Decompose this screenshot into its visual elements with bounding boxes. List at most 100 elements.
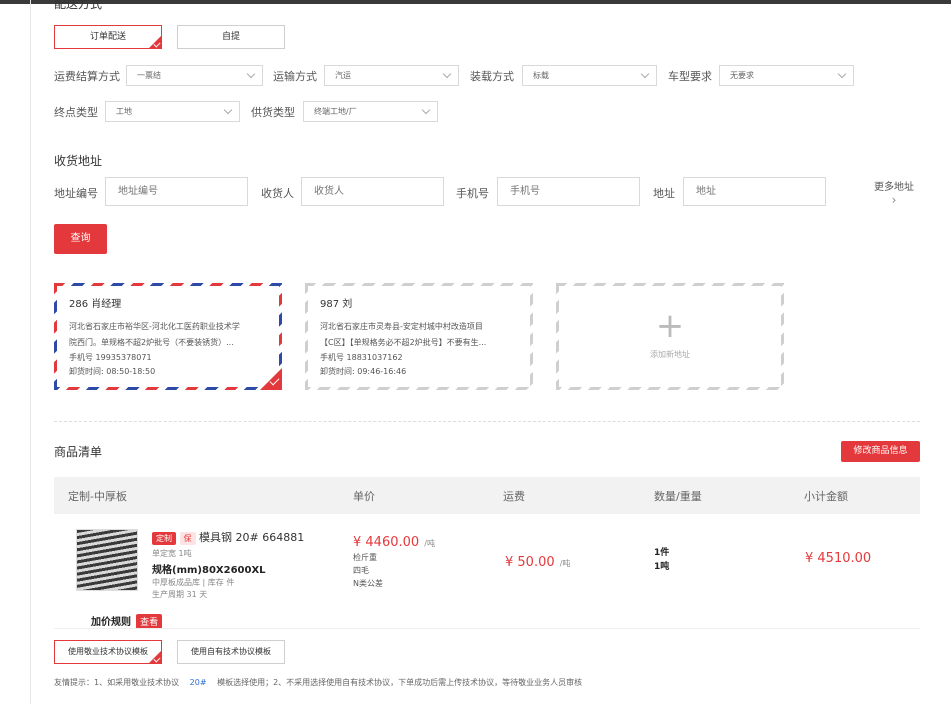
freight-settlement-label: 运费结算方式 bbox=[54, 70, 120, 83]
agreement-option-jingye-label: 使用敬业技术协议模板 bbox=[68, 647, 148, 656]
pricing-rule: 加价规则 查看 bbox=[91, 610, 163, 629]
product-warehouse: 中厚板成品库 | 库存 件 bbox=[152, 578, 235, 587]
address-card-phone: 手机号 19935378071 bbox=[69, 353, 152, 362]
agreement-tip: 友情提示：1、如采用敬业技术协议 20# 模板选择使用；2、不采用选择使用自有技… bbox=[54, 677, 582, 688]
chevron-right-icon: › bbox=[891, 193, 897, 207]
column-header: 单价 bbox=[353, 490, 375, 503]
receiver-input[interactable] bbox=[301, 177, 444, 206]
column-header: 小计金额 bbox=[804, 490, 848, 503]
product-title-row: 定制 保 模具钢 20# 664881 bbox=[152, 529, 342, 545]
transport-mode-value: 汽运 bbox=[335, 71, 351, 80]
product-min-qty: 单定宽 1吨 bbox=[152, 549, 192, 558]
query-button[interactable]: 查询 bbox=[54, 224, 107, 254]
address-card-selected[interactable]: 286 肖经理 河北省石家庄市裕华区-河北化工医药职业技术学 院西门。单规格不超… bbox=[54, 283, 282, 390]
agreement-tip-before: 友情提示：1、如采用敬业技术协议 bbox=[54, 678, 180, 687]
section-divider bbox=[54, 421, 920, 422]
custom-tag: 定制 bbox=[152, 532, 176, 545]
product-info: 定制 保 模具钢 20# 664881 单定宽 1吨 规格(mm)80X2600… bbox=[152, 529, 342, 600]
address-title: 收货地址 bbox=[54, 154, 103, 168]
endpoint-type-value: 工地 bbox=[116, 107, 132, 116]
delivery-option-order[interactable]: 订单配送 bbox=[54, 25, 162, 49]
supply-type-select[interactable]: 终端工地/厂 bbox=[303, 101, 438, 122]
chevron-down-icon bbox=[640, 69, 650, 79]
selected-check-icon bbox=[149, 36, 161, 48]
product-cycle: 生产周期 31 天 bbox=[152, 590, 208, 599]
more-addresses-link[interactable]: 更多地址 › bbox=[866, 178, 922, 207]
more-addresses-label: 更多地址 bbox=[874, 182, 914, 193]
address-input[interactable] bbox=[683, 177, 826, 206]
selected-check-icon bbox=[260, 368, 282, 390]
agreement-tip-after: 模板选择使用；2、不采用选择使用自有技术协议，下单成功后需上传技术协议，等待敬业… bbox=[217, 678, 583, 687]
address-card-line1: 河北省石家庄市裕华区-河北化工医药职业技术学 bbox=[69, 322, 240, 331]
freight-settlement-value: 一票结 bbox=[137, 71, 161, 80]
subtotal: ¥ 4510.00 bbox=[805, 551, 872, 566]
loading-mode-select[interactable]: 标载 bbox=[522, 65, 657, 86]
address-card-body: 987 刘 河北省石家庄市灵寿县-安定村城中村改造项目 【C区】【单规格务必不超… bbox=[308, 286, 530, 387]
endpoint-type-label: 终点类型 bbox=[54, 106, 98, 119]
tolerance-class: N类公差 bbox=[353, 579, 383, 588]
agreement-option-jingye[interactable]: 使用敬业技术协议模板 bbox=[54, 640, 162, 664]
goods-table-header: 定制-中厚板 单价 运费 数量/重量 小计金额 bbox=[54, 477, 920, 514]
address-code-label: 地址编号 bbox=[54, 187, 98, 200]
address-card-body: 286 肖经理 河北省石家庄市裕华区-河北化工医药职业技术学 院西门。单规格不超… bbox=[57, 286, 279, 387]
agreement-option-own-label: 使用自有技术协议模板 bbox=[191, 647, 271, 656]
supply-type-label: 供货类型 bbox=[251, 106, 295, 119]
address-card-line1: 河北省石家庄市灵寿县-安定村城中村改造项目 bbox=[320, 322, 483, 331]
delivery-option-order-label: 订单配送 bbox=[89, 32, 126, 42]
address-card-phone: 手机号 18831037162 bbox=[320, 353, 403, 362]
address-card[interactable]: 987 刘 河北省石家庄市灵寿县-安定村城中村改造项目 【C区】【单规格务必不超… bbox=[305, 283, 533, 390]
add-address-label: 添加新地址 bbox=[650, 350, 690, 359]
chevron-down-icon bbox=[837, 69, 847, 79]
chevron-down-icon bbox=[442, 69, 452, 79]
add-address-card[interactable]: + 添加新地址 bbox=[556, 283, 784, 390]
chevron-down-icon bbox=[246, 69, 256, 79]
loading-mode-label: 装载方式 bbox=[470, 70, 514, 83]
unit-price-row: ¥ 4460.00 /吨 bbox=[353, 531, 435, 550]
vehicle-requirement-label: 车型要求 bbox=[668, 70, 712, 83]
address-card-name: 286 肖经理 bbox=[69, 299, 122, 310]
goods-title: 商品清单 bbox=[54, 445, 103, 459]
delivery-title: 配送方式 bbox=[54, 0, 103, 11]
quantity-pieces: 1件 bbox=[654, 548, 670, 558]
plus-icon: + bbox=[655, 306, 685, 346]
address-card-line2: 【C区】【单规格务必不超2炉批号】不要有生... bbox=[320, 338, 487, 347]
agreement-option-own[interactable]: 使用自有技术协议模板 bbox=[177, 640, 285, 664]
unit-price: ¥ 4460.00 bbox=[353, 535, 420, 550]
address-card-line2: 院西门。单规格不超2炉批号（不要装锈货）... bbox=[69, 338, 234, 347]
transport-mode-select[interactable]: 汽运 bbox=[324, 65, 459, 86]
weigh-method: 检斤重 bbox=[353, 553, 377, 562]
supply-type-value: 终端工地/厂 bbox=[314, 107, 357, 116]
endpoint-type-select[interactable]: 工地 bbox=[105, 101, 240, 122]
delivery-option-pickup[interactable]: 自提 bbox=[177, 25, 285, 49]
delivery-option-pickup-label: 自提 bbox=[221, 32, 240, 42]
receiver-label: 收货人 bbox=[261, 187, 294, 200]
freight-price: ¥ 50.00 bbox=[505, 555, 555, 570]
loading-mode-value: 标载 bbox=[533, 71, 549, 80]
column-header: 运费 bbox=[503, 490, 525, 503]
column-header: 数量/重量 bbox=[654, 490, 702, 503]
quantity-cell: 1件 1吨 bbox=[654, 546, 669, 574]
product-name: 模具钢 20# 664881 bbox=[199, 531, 305, 544]
unit-price-cell: ¥ 4460.00 /吨 检斤重 四毛 N类公差 bbox=[353, 531, 435, 589]
column-header: 定制-中厚板 bbox=[68, 490, 127, 503]
unit-price-unit: /吨 bbox=[424, 539, 435, 548]
edit-goods-button[interactable]: 修改商品信息 bbox=[841, 441, 920, 462]
freight-settlement-select[interactable]: 一票结 bbox=[126, 65, 263, 86]
phone-input[interactable] bbox=[497, 177, 640, 206]
product-spec: 规格(mm)80X2600XL bbox=[152, 565, 266, 576]
freight-cell: ¥ 50.00 /吨 bbox=[505, 551, 570, 570]
address-code-input[interactable] bbox=[105, 177, 248, 206]
add-address-body: + 添加新地址 bbox=[559, 286, 781, 387]
transport-mode-label: 运输方式 bbox=[273, 70, 317, 83]
agreement-tip-link[interactable]: 20# bbox=[190, 678, 207, 687]
selected-check-icon bbox=[149, 651, 161, 663]
address-label: 地址 bbox=[653, 187, 675, 200]
vehicle-requirement-select[interactable]: 无要求 bbox=[719, 65, 854, 86]
pricing-rule-label: 加价规则 bbox=[91, 617, 131, 628]
chevron-down-icon bbox=[421, 105, 431, 115]
address-card-time: 卸货时间: 08:50-18:50 bbox=[69, 367, 156, 376]
pricing-rule-view-button[interactable]: 查看 bbox=[136, 614, 163, 629]
address-card-name: 987 刘 bbox=[320, 299, 353, 310]
quantity-weight: 1吨 bbox=[654, 562, 670, 572]
phone-label: 手机号 bbox=[456, 187, 489, 200]
